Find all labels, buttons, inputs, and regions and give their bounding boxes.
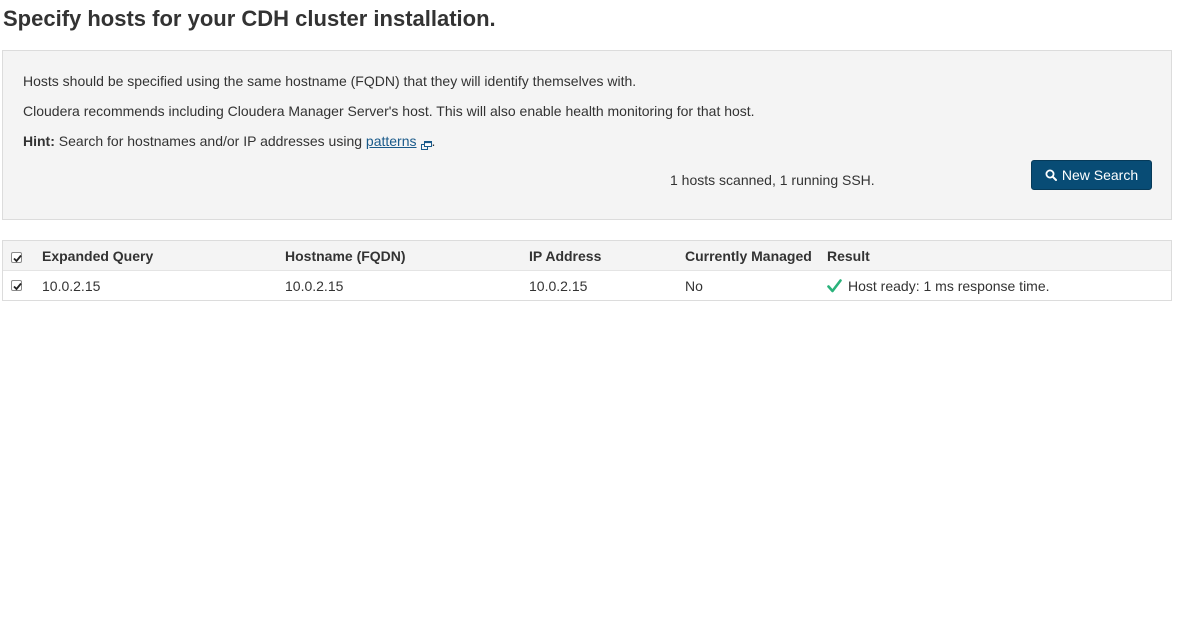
col-header-result[interactable]: Result bbox=[827, 241, 870, 270]
info-recommendation-text: Cloudera recommends including Cloudera M… bbox=[23, 103, 755, 119]
col-header-expanded-query[interactable]: Expanded Query bbox=[42, 241, 153, 270]
new-search-button[interactable]: New Search bbox=[1031, 160, 1152, 190]
hint-text: Search for hostnames and/or IP addresses… bbox=[54, 133, 366, 149]
external-link-icon bbox=[420, 137, 432, 150]
row-checkbox[interactable] bbox=[11, 280, 22, 291]
cell-hostname: 10.0.2.15 bbox=[285, 277, 344, 294]
row-select-cell bbox=[11, 271, 22, 300]
select-all-cell bbox=[11, 241, 22, 270]
hint-label: Hint: bbox=[23, 133, 55, 149]
table-row: 10.0.2.15 10.0.2.15 10.0.2.15 No Host re… bbox=[3, 271, 1171, 300]
new-search-label: New Search bbox=[1061, 167, 1139, 183]
scan-status-text: 1 hosts scanned, 1 running SSH. bbox=[670, 172, 875, 188]
page-title: Specify hosts for your CDH cluster insta… bbox=[3, 6, 496, 31]
select-all-checkbox[interactable] bbox=[11, 252, 22, 263]
info-panel: Hosts should be specified using the same… bbox=[2, 50, 1172, 220]
col-header-currently-managed[interactable]: Currently Managed bbox=[685, 241, 812, 270]
col-header-hostname[interactable]: Hostname (FQDN) bbox=[285, 241, 406, 270]
cell-result: Host ready: 1 ms response time. bbox=[827, 271, 1050, 300]
col-header-ip-address[interactable]: IP Address bbox=[529, 241, 601, 270]
result-text: Host ready: 1 ms response time. bbox=[848, 277, 1050, 294]
patterns-link[interactable]: patterns bbox=[366, 133, 417, 149]
cell-expanded-query: 10.0.2.15 bbox=[42, 277, 101, 294]
info-fqdn-text: Hosts should be specified using the same… bbox=[23, 73, 637, 89]
hint-line: Hint: Search for hostnames and/or IP add… bbox=[23, 133, 436, 150]
cell-currently-managed: No bbox=[685, 277, 703, 294]
hint-end: . bbox=[431, 133, 436, 149]
hosts-table: Expanded Query Hostname (FQDN) IP Addres… bbox=[2, 240, 1172, 301]
search-icon bbox=[1045, 169, 1057, 181]
checkmark-icon bbox=[827, 278, 842, 293]
cell-ip-address: 10.0.2.15 bbox=[529, 277, 588, 294]
table-header-row: Expanded Query Hostname (FQDN) IP Addres… bbox=[3, 241, 1171, 271]
